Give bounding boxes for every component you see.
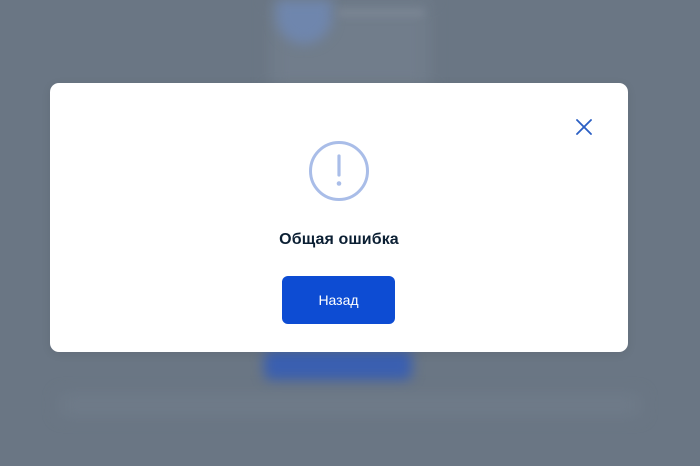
background-button — [264, 350, 412, 380]
close-button[interactable] — [574, 117, 594, 137]
exclamation-circle-icon — [308, 140, 370, 202]
page: Общая ошибка Назад — [0, 0, 700, 466]
background-footer — [60, 395, 640, 415]
dialog-title: Общая ошибка — [279, 231, 399, 248]
background-text-line — [338, 10, 424, 16]
error-dialog: Общая ошибка Назад — [50, 83, 628, 352]
back-button[interactable]: Назад — [282, 276, 395, 324]
close-icon — [576, 119, 592, 135]
